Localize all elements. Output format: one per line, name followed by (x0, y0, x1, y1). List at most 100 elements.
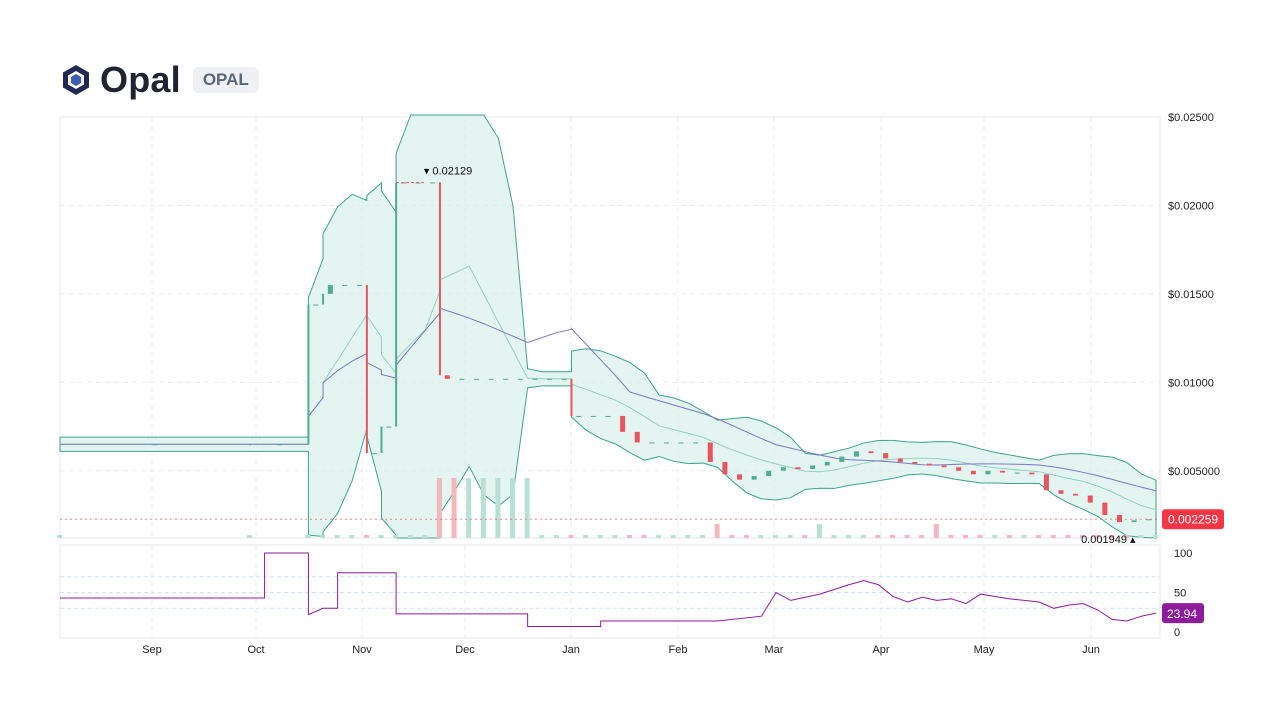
candle[interactable] (1014, 472, 1020, 474)
volume-bar (919, 535, 925, 538)
candle[interactable] (503, 378, 509, 380)
price-chart[interactable]: $0.02500 $0.02000 $0.01500 $0.01000 $0.00500… (0, 0, 1280, 720)
candle[interactable] (941, 465, 947, 468)
candle[interactable] (1000, 470, 1006, 473)
volume-bar (1036, 535, 1042, 538)
volume-bar (524, 478, 530, 538)
candle[interactable] (570, 378, 573, 416)
volume-bar (1153, 535, 1158, 538)
candle[interactable] (649, 442, 655, 444)
price-tick-label: $0.02500 (1168, 112, 1214, 124)
candle[interactable] (1102, 502, 1108, 516)
volume-bar (422, 535, 428, 538)
candle[interactable] (459, 378, 465, 380)
candle[interactable] (322, 293, 325, 305)
candle[interactable] (897, 458, 903, 462)
candle[interactable] (1087, 495, 1093, 503)
candle[interactable] (926, 463, 932, 466)
volume-bar (963, 535, 969, 538)
candle[interactable] (824, 461, 830, 466)
candle[interactable] (380, 426, 383, 454)
candle[interactable] (517, 378, 523, 380)
candle[interactable] (795, 467, 801, 470)
candle[interactable] (605, 415, 611, 417)
candle[interactable] (1116, 515, 1122, 523)
candle[interactable] (488, 378, 494, 380)
volume-bar (320, 535, 326, 538)
candle[interactable] (590, 415, 596, 417)
time-tick-label: Feb (669, 644, 688, 656)
candle[interactable] (395, 182, 398, 427)
volume-bar (378, 535, 384, 538)
candle[interactable] (313, 304, 319, 306)
candle[interactable] (663, 442, 669, 444)
rsi-pane-frame (59, 544, 1161, 639)
candle[interactable] (766, 470, 772, 477)
candle[interactable] (751, 476, 757, 480)
candle[interactable] (371, 453, 377, 455)
volume-bar (612, 535, 618, 538)
candle[interactable] (357, 285, 363, 287)
candle[interactable] (737, 474, 743, 480)
candle[interactable] (386, 426, 392, 428)
candle[interactable] (678, 442, 684, 444)
time-tick-label: Dec (455, 644, 475, 656)
volume-bar (977, 535, 983, 538)
time-tick-label: Mar (765, 644, 784, 656)
candle[interactable] (722, 461, 728, 475)
candle[interactable] (839, 456, 845, 462)
rsi-tick-label: 50 (1174, 588, 1186, 600)
candle[interactable] (868, 451, 874, 454)
volume-bar (773, 535, 779, 538)
candle[interactable] (1043, 474, 1049, 491)
candle[interactable] (912, 461, 918, 464)
volume-bar (597, 535, 603, 538)
candle[interactable] (576, 415, 582, 417)
volume-bar (1006, 535, 1012, 538)
volume-bar (860, 535, 866, 538)
candle[interactable] (532, 378, 538, 380)
candle[interactable] (307, 304, 310, 445)
candle[interactable] (970, 470, 976, 475)
candle[interactable] (547, 378, 553, 380)
volume-bar (480, 478, 486, 538)
candle[interactable] (883, 453, 889, 459)
price-tick-label: $0.01000 (1168, 377, 1214, 389)
volume-bar (539, 535, 545, 538)
volume-bar (670, 535, 676, 538)
candle[interactable] (438, 182, 441, 376)
volume-bar (553, 535, 559, 538)
candle[interactable] (693, 442, 699, 444)
candle[interactable] (276, 444, 282, 446)
volume-bar (816, 524, 822, 538)
candle[interactable] (248, 444, 251, 446)
candle[interactable] (780, 467, 786, 471)
candle[interactable] (342, 285, 348, 287)
candle[interactable] (444, 375, 450, 379)
candle[interactable] (1131, 520, 1137, 523)
volume-bar (656, 535, 662, 538)
candle[interactable] (561, 378, 567, 380)
volume-bar (948, 535, 954, 538)
candle[interactable] (1058, 490, 1064, 494)
volume-bar (246, 535, 252, 538)
candle[interactable] (707, 442, 713, 462)
candle[interactable] (430, 182, 436, 184)
candle[interactable] (853, 451, 859, 457)
candle[interactable] (810, 465, 816, 470)
candle[interactable] (1029, 472, 1035, 475)
volume-bar (451, 478, 457, 538)
candle[interactable] (634, 431, 640, 443)
rsi-current-value: 23.94 (1167, 607, 1197, 621)
time-tick-label: Jan (562, 644, 580, 656)
candle[interactable] (985, 470, 991, 475)
candle[interactable] (620, 415, 626, 432)
candle[interactable] (473, 378, 479, 380)
candle[interactable] (365, 285, 368, 454)
candle[interactable] (152, 444, 158, 446)
candle[interactable] (327, 285, 333, 294)
volume-bar (349, 535, 355, 538)
time-tick-label: Jun (1082, 644, 1100, 656)
candle[interactable] (1073, 493, 1079, 496)
candle[interactable] (956, 467, 962, 471)
